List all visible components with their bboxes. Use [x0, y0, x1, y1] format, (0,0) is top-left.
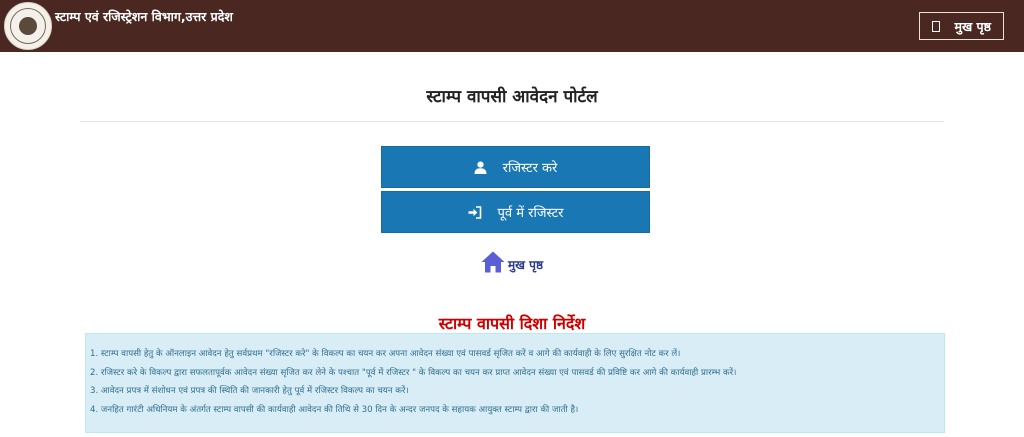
already-registered-button[interactable]: पूर्व में रजिस्टर [381, 191, 650, 233]
header-home-label: मुख पृष्ठ [954, 18, 991, 34]
guideline-item: 3. आवेदन प्रपत्र में संशोधन एवं प्रपत्र … [90, 386, 409, 396]
guideline-item: 2. रजिस्टर करे के विकल्प द्वारा सफलतापूर… [90, 367, 737, 378]
home-link-label: मुख पृष्ठ [508, 258, 544, 272]
square-icon [932, 20, 941, 32]
logo-core [19, 17, 37, 35]
register-button[interactable]: रजिस्टर करे [381, 146, 650, 188]
guideline-item: 1. स्टाम्प वापसी हेतु के ऑनलाइन आवेदन हे… [90, 349, 681, 359]
user-icon [474, 161, 487, 174]
top-header: स्टाम्प एवं रजिस्ट्रेशन विभाग,उत्तर प्रद… [0, 0, 1024, 52]
guideline-item: 4. जनहित गारंटी अधिनियम के अंतर्गत स्टाम… [90, 404, 579, 415]
home-link[interactable]: मुख पृष्ठ [481, 251, 543, 273]
already-registered-label: पूर्व में रजिस्टर [497, 206, 564, 221]
department-title: स्टाम्प एवं रजिस्ट्रेशन विभाग,उत्तर प्रद… [55, 9, 233, 24]
sign-in-icon [468, 205, 481, 219]
house-icon [481, 251, 505, 273]
register-button-label: रजिस्टर करे [502, 161, 558, 176]
header-home-button[interactable]: मुख पृष्ठ [919, 12, 1004, 40]
guidelines-box: 1. स्टाम्प वापसी हेतु के ऑनलाइन आवेदन हे… [85, 333, 945, 433]
state-emblem-logo [4, 2, 52, 50]
title-divider [80, 121, 944, 122]
guidelines-title: स्टाम्प वापसी दिशा निर्देश [438, 314, 586, 333]
page-title: स्टाम्प वापसी आवेदन पोर्टल [426, 87, 598, 107]
